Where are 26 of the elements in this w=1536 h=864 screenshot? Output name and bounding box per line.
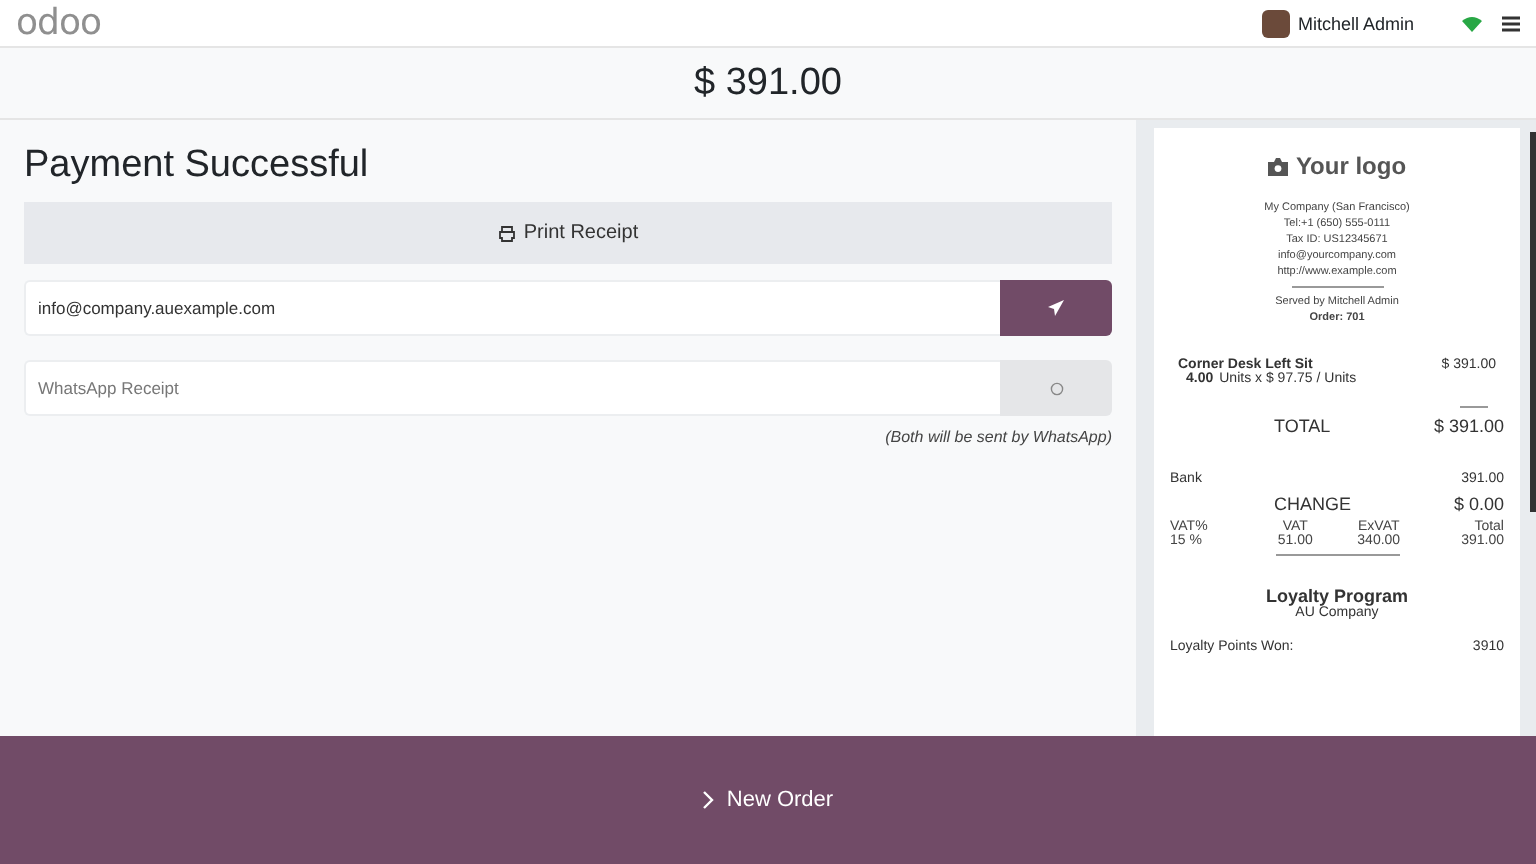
menu-icon[interactable] bbox=[1502, 15, 1520, 31]
app-logo: odoo bbox=[16, 2, 103, 44]
scrollbar[interactable] bbox=[1530, 132, 1536, 512]
change-label: CHANGE bbox=[1274, 494, 1352, 514]
paper-plane-icon bbox=[1048, 300, 1064, 316]
print-receipt-button[interactable]: Print Receipt bbox=[24, 202, 1112, 264]
email-field[interactable]: info@company.auexample.com bbox=[24, 280, 1000, 336]
total-label: TOTAL bbox=[1274, 416, 1331, 436]
camera-icon bbox=[1267, 157, 1288, 175]
note-text: (Both will be sent by WhatsApp) bbox=[883, 428, 1112, 446]
chat-bubble-icon bbox=[1049, 381, 1063, 395]
send-email-button[interactable] bbox=[1000, 280, 1112, 336]
send-whatsapp-button[interactable] bbox=[1000, 360, 1112, 416]
printer-icon bbox=[497, 225, 516, 241]
user-name[interactable]: Mitchell Admin bbox=[1297, 13, 1414, 33]
page-title: Payment Successful bbox=[24, 144, 371, 188]
receipt-total: $ 391.00 bbox=[1433, 416, 1504, 436]
change-amount: $ 0.00 bbox=[1453, 494, 1504, 514]
receipt-logo-text: Your logo bbox=[1295, 152, 1407, 180]
wifi-icon bbox=[1462, 15, 1482, 31]
new-order-button[interactable]: New Order bbox=[0, 736, 1536, 864]
whatsapp-field[interactable]: WhatsApp Receipt bbox=[24, 360, 1000, 416]
avatar[interactable] bbox=[1261, 9, 1290, 37]
total-amount: $ 391.00 bbox=[0, 48, 1536, 120]
loyalty-title: Loyalty Program bbox=[1263, 586, 1411, 606]
chevron-right-icon bbox=[702, 790, 715, 810]
